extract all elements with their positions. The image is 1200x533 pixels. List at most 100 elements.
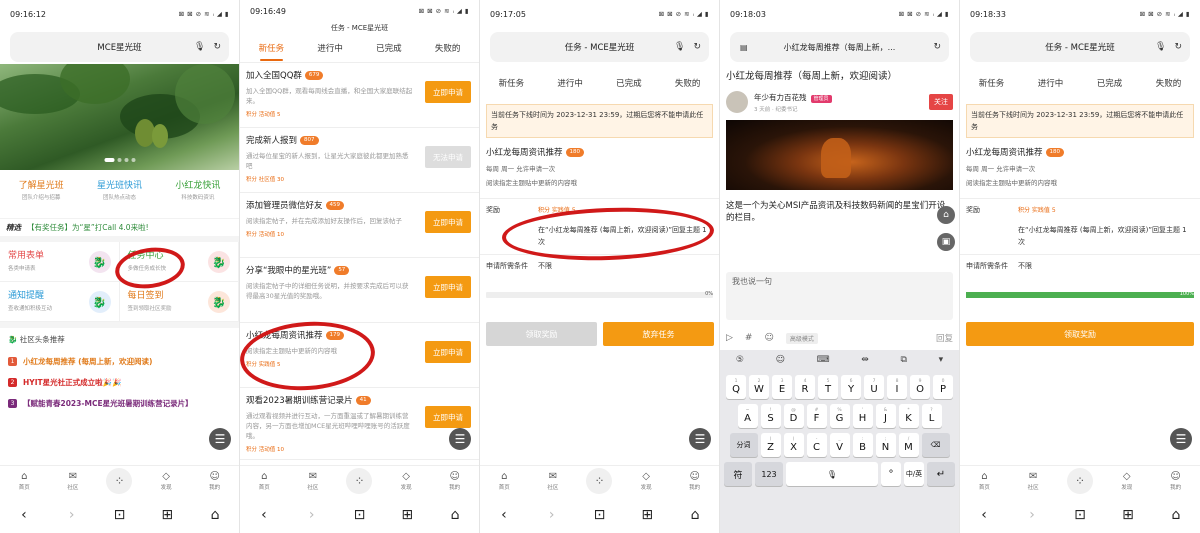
back-icon[interactable]: ‹ <box>969 507 999 523</box>
key[interactable]: ! S <box>760 404 781 428</box>
key[interactable]: 0P <box>933 375 953 399</box>
tab-in-progress[interactable]: 进行中 <box>1021 70 1080 98</box>
tab-failed[interactable]: 失败的 <box>418 35 477 63</box>
image-float-icon[interactable]: ▣ <box>937 233 955 251</box>
key[interactable]: ? L <box>921 404 942 428</box>
task-item[interactable]: 添加管理员微信好友 459 阅读指定帖子，并在完成添加好友操作后，回复该帖子 积分… <box>240 193 479 258</box>
nav-center-button[interactable]: ⁘ <box>106 467 133 494</box>
key[interactable]: & J <box>875 404 896 428</box>
home-icon[interactable]: ⌂ <box>1161 507 1191 523</box>
featured-announcement[interactable]: 精选 【有奖任务】为“星”打Call 4.0来啦! <box>0 218 239 242</box>
forward-icon[interactable]: › <box>297 507 327 523</box>
tab-failed[interactable]: 失败的 <box>1139 70 1198 98</box>
nav-community[interactable]: ✉ 社区 <box>538 471 568 491</box>
nav-home[interactable]: ⌂ 首页 <box>969 471 999 491</box>
menu-fab[interactable]: ☰ <box>1170 428 1192 450</box>
quick-link-about[interactable]: 了解星光班 团队介绍与招募 <box>2 178 80 208</box>
recommend-item[interactable]: 3 【赋能青春2023-MCE星光班暑期训练营记录片】 <box>8 393 231 414</box>
symbol-key[interactable]: 符 <box>724 462 752 486</box>
share-icon[interactable]: ⊡ <box>1065 507 1095 523</box>
tabs-icon[interactable]: ⊞ <box>1113 507 1143 523</box>
quick-link-news[interactable]: 星光班快讯 团队热点动态 <box>80 178 158 208</box>
mic-icon[interactable]: 🎙 <box>1155 42 1166 52</box>
banner-dots[interactable] <box>104 158 135 162</box>
task-item[interactable]: 分享“我眼中的星光班” 57 阅读指定帖子中的详细任务说明，并按要求完成后可以获得… <box>240 258 479 323</box>
task-item[interactable]: 观看2023暑期训练营记录片 41 通过观看视频并进行互动，一方面重温或了解暑期训… <box>240 388 479 460</box>
key[interactable]: 5T <box>818 375 838 399</box>
task-item[interactable]: 完成新人报到 807 通过每位星宝的新人报到，让星光大家庭彼此都更加熟悉吧 积分 … <box>240 128 479 193</box>
key[interactable]: @ D <box>783 404 804 428</box>
claim-reward-button[interactable]: 领取奖励 <box>966 322 1194 346</box>
nav-me[interactable]: ☺ 我的 <box>1161 471 1191 491</box>
advanced-mode-toggle[interactable]: 高级模式 <box>785 332 818 344</box>
refresh-icon[interactable]: ↻ <box>213 42 221 52</box>
article-image[interactable] <box>726 120 953 190</box>
apply-button[interactable]: 立即申请 <box>425 341 471 363</box>
grid-task-center[interactable]: 任务中心 多做任务成长快 🐉 <box>119 242 239 282</box>
abandon-task-button[interactable]: 放弃任务 <box>603 322 714 346</box>
recommend-item[interactable]: 1 小红龙每周推荐 (每周上新，欢迎阅读) <box>8 351 231 372</box>
forward-icon[interactable]: › <box>57 507 87 523</box>
refresh-icon[interactable]: ↻ <box>693 42 701 52</box>
emoji-icon[interactable]: ☺ <box>764 333 773 343</box>
back-icon[interactable]: ‹ <box>9 507 39 523</box>
key[interactable]: 3E <box>772 375 792 399</box>
nav-discover[interactable]: ◇ 发现 <box>1112 471 1142 491</box>
key[interactable]: 4R <box>795 375 815 399</box>
enter-key[interactable]: ↵ <box>927 462 955 486</box>
key[interactable]: / M <box>898 433 919 457</box>
nav-discover[interactable]: ◇ 发现 <box>151 471 181 491</box>
address-bar[interactable]: 任务 - MCE星光班 🎙 ↻ <box>970 32 1190 62</box>
key[interactable]: 8I <box>887 375 907 399</box>
backspace-key[interactable]: ⌫ <box>921 433 950 457</box>
tab-in-progress[interactable]: 进行中 <box>541 70 600 98</box>
tab-completed[interactable]: 已完成 <box>360 35 419 63</box>
address-bar[interactable]: 任务 - MCE星光班 🎙 ↻ <box>490 32 709 62</box>
key[interactable]: 6Y <box>841 375 861 399</box>
back-icon[interactable]: ‹ <box>489 507 519 523</box>
degree-key[interactable]: ° <box>881 462 901 486</box>
home-icon[interactable]: ⌂ <box>200 507 230 523</box>
reply-button[interactable]: 回复 <box>936 332 953 344</box>
key[interactable]: 1Q <box>726 375 746 399</box>
address-bar[interactable]: MCE星光班 🎙 ↻ <box>10 32 229 62</box>
task-item[interactable]: 加入全国QQ群 679 加入全国QQ群，观看每周线会直播，和全国大家庭联结起来。 … <box>240 63 479 128</box>
play-icon[interactable]: ▷ <box>726 333 733 343</box>
tabs-icon[interactable]: ⊞ <box>392 507 422 523</box>
menu-fab[interactable]: ☰ <box>689 428 711 450</box>
key[interactable]: _ V <box>829 433 850 457</box>
quick-link-dragon[interactable]: 小红龙快讯 科技数码资讯 <box>159 178 237 208</box>
banner-image[interactable] <box>0 64 239 170</box>
tab-failed[interactable]: 失败的 <box>658 70 717 98</box>
nav-community[interactable]: ✉ 社区 <box>58 471 88 491</box>
home-icon[interactable]: ⌂ <box>440 507 470 523</box>
apply-button[interactable]: 立即申请 <box>425 406 471 428</box>
tab-new[interactable]: 新任务 <box>482 70 541 98</box>
tab-completed[interactable]: 已完成 <box>600 70 659 98</box>
grid-forms[interactable]: 常用表单 各类申请表 🐉 <box>0 242 120 282</box>
tab-new[interactable]: 新任务 <box>242 35 301 63</box>
nav-center-button[interactable]: ⁘ <box>346 467 373 494</box>
tab-new[interactable]: 新任务 <box>962 70 1021 98</box>
tabs-icon[interactable]: ⊞ <box>632 507 662 523</box>
key[interactable]: ; N <box>875 433 896 457</box>
segment-key[interactable]: 分词 <box>729 433 758 457</box>
tabs-icon[interactable]: ⊞ <box>152 507 182 523</box>
key[interactable]: ) X <box>783 433 804 457</box>
lang-switch-key[interactable]: 中/英 <box>904 462 924 486</box>
share-icon[interactable]: ⊡ <box>344 507 374 523</box>
emoji-icon[interactable]: ☺ <box>776 355 785 365</box>
input-method-icon[interactable]: ⑤ <box>736 355 744 365</box>
back-icon[interactable]: ‹ <box>249 507 279 523</box>
claim-reward-button[interactable]: 领取奖励 <box>486 322 597 346</box>
apply-button[interactable]: 立即申请 <box>425 276 471 298</box>
key[interactable]: # F <box>806 404 827 428</box>
key[interactable]: (Z <box>760 433 781 457</box>
forward-icon[interactable]: › <box>537 507 567 523</box>
collapse-icon[interactable]: ▾ <box>939 355 944 365</box>
hashtag-icon[interactable]: # <box>745 333 753 343</box>
apply-button[interactable]: 立即申请 <box>425 81 471 103</box>
tab-in-progress[interactable]: 进行中 <box>301 35 360 63</box>
clipboard-icon[interactable]: ⧉ <box>900 355 906 365</box>
follow-button[interactable]: 关注 <box>929 94 953 110</box>
